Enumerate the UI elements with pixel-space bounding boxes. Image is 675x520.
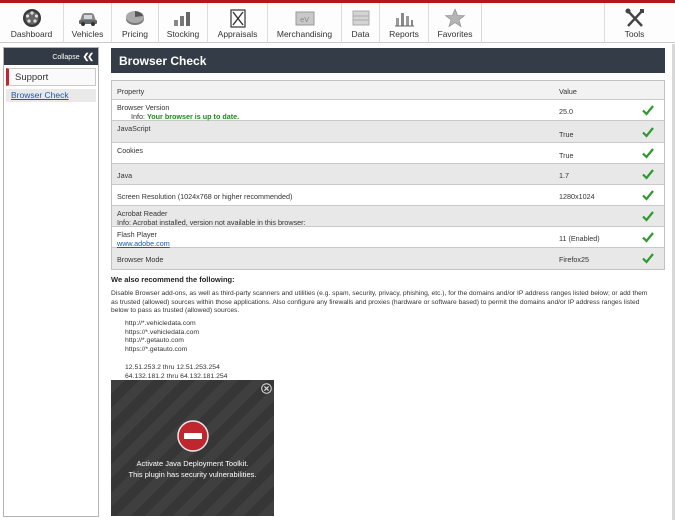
pricing-icon bbox=[126, 11, 144, 25]
sidebar: Collapse ❮❮ Support Browser Check bbox=[3, 47, 99, 517]
row-property: JavaScript bbox=[117, 124, 151, 133]
domain-list: http://*.vehicledata.com https://*.vehic… bbox=[125, 320, 199, 355]
row-value: 1280x1024 bbox=[559, 192, 595, 201]
nav-merchandising[interactable]: eV Merchandising bbox=[268, 3, 342, 43]
nav-appraisals-label: Appraisals bbox=[217, 29, 258, 39]
table-row: JavaScript True bbox=[112, 121, 664, 143]
row-property: Java bbox=[117, 171, 133, 180]
nav-vehicles[interactable]: Vehicles bbox=[64, 3, 112, 43]
table-row: Acrobat Reader Info: Acrobat installed, … bbox=[112, 206, 664, 227]
nav-tools[interactable]: Tools bbox=[604, 3, 664, 43]
row-value: True bbox=[559, 151, 574, 160]
data-icon bbox=[352, 10, 369, 26]
stocking-icon bbox=[174, 12, 190, 26]
ip-range-list: 12.51.253.2 thru 12.51.253.254 64.132.18… bbox=[125, 364, 227, 381]
double-chevron-left-icon: ❮❮ bbox=[82, 52, 94, 61]
appraisals-icon bbox=[229, 9, 246, 28]
browser-check-table: Property Value Browser Version Info: You… bbox=[111, 80, 665, 270]
row-value: True bbox=[559, 130, 574, 139]
domain-item: https://*.vehicledata.com bbox=[125, 328, 200, 336]
table-row: Browser Mode Firefox25 bbox=[112, 248, 664, 269]
column-header-property: Property bbox=[117, 87, 145, 96]
close-icon[interactable] bbox=[261, 383, 272, 394]
row-info: Info: Acrobat installed, version not ava… bbox=[117, 218, 306, 227]
svg-text:eV: eV bbox=[300, 16, 309, 24]
row-info-prefix: Info: bbox=[131, 112, 147, 121]
check-icon bbox=[642, 169, 654, 180]
sidebar-section-support[interactable]: Support bbox=[6, 68, 96, 86]
nav-vehicles-label: Vehicles bbox=[71, 29, 104, 39]
domain-item: https://*.getauto.com bbox=[125, 346, 188, 354]
nav-dashboard-label: Dashboard bbox=[10, 29, 53, 39]
row-value: 11 (Enabled) bbox=[559, 234, 600, 243]
row-property: Acrobat Reader bbox=[117, 209, 168, 218]
column-header-value: Value bbox=[559, 87, 577, 96]
row-value: 1.7 bbox=[559, 171, 569, 180]
merchandising-icon: eV bbox=[295, 11, 314, 26]
nav-merchandising-label: Merchandising bbox=[276, 29, 333, 39]
check-icon bbox=[642, 105, 654, 116]
car-icon bbox=[78, 13, 97, 26]
nav-data[interactable]: Data bbox=[342, 3, 380, 43]
nav-favorites-label: Favorites bbox=[437, 29, 473, 39]
nav-reports-label: Reports bbox=[389, 29, 419, 39]
row-property: Flash Player bbox=[117, 230, 157, 239]
reports-icon bbox=[395, 13, 414, 27]
table-row: Java 1.7 bbox=[112, 164, 664, 185]
check-icon bbox=[642, 232, 654, 243]
row-value: Firefox25 bbox=[559, 255, 589, 264]
nav-stocking[interactable]: Stocking bbox=[159, 3, 208, 43]
check-icon bbox=[642, 148, 654, 159]
java-message-line2: This plugin has security vulnerabilities… bbox=[128, 470, 257, 479]
recommend-heading: We also recommend the following: bbox=[111, 275, 235, 284]
check-icon bbox=[642, 211, 654, 222]
table-row: Screen Resolution (1024x768 or higher re… bbox=[112, 185, 664, 206]
nav-stocking-label: Stocking bbox=[166, 29, 200, 39]
java-message-line1: Activate Java Deployment Toolkit. bbox=[136, 459, 249, 468]
check-icon bbox=[642, 190, 654, 201]
table-row: Flash Player www.adobe.com 11 (Enabled) bbox=[112, 227, 664, 248]
dashboard-icon bbox=[22, 9, 41, 27]
nav-favorites[interactable]: Favorites bbox=[429, 3, 482, 43]
ip-range-item: 12.51.253.2 thru 12.51.253.254 bbox=[125, 364, 220, 371]
nav-data-label: Data bbox=[351, 29, 370, 39]
check-icon bbox=[642, 127, 654, 138]
tools-icon bbox=[625, 8, 644, 27]
check-icon bbox=[642, 253, 654, 264]
table-row: Cookies True bbox=[112, 143, 664, 164]
row-value: 25.0 bbox=[559, 107, 573, 116]
nav-reports[interactable]: Reports bbox=[380, 3, 429, 43]
nav-pricing-label: Pricing bbox=[122, 29, 148, 39]
row-property: Cookies bbox=[117, 146, 143, 155]
adobe-link[interactable]: www.adobe.com bbox=[117, 239, 537, 248]
domain-item: http://*.vehicledata.com bbox=[125, 320, 196, 327]
table-row: Browser Version Info: Your browser is up… bbox=[112, 100, 664, 121]
nav-dashboard[interactable]: Dashboard bbox=[0, 3, 64, 43]
row-property: Screen Resolution (1024x768 or higher re… bbox=[117, 192, 293, 201]
nav-tools-label: Tools bbox=[624, 29, 645, 39]
nav-pricing[interactable]: Pricing bbox=[112, 3, 159, 43]
collapse-label: Collapse bbox=[52, 54, 80, 61]
table-header: Property Value bbox=[112, 81, 664, 100]
star-icon bbox=[444, 8, 466, 28]
nav-appraisals[interactable]: Appraisals bbox=[208, 3, 268, 43]
collapse-button[interactable]: Collapse ❮❮ bbox=[4, 48, 98, 65]
java-plugin-overlay[interactable]: Activate Java Deployment Toolkit. This p… bbox=[111, 380, 274, 516]
row-property: Browser Version bbox=[117, 103, 170, 112]
recommend-text: Disable Browser add-ons, as well as thir… bbox=[111, 290, 648, 314]
main-navigation: Dashboard Vehicles Pricing Stocking Appr… bbox=[0, 3, 675, 43]
row-property: Browser Mode bbox=[117, 255, 164, 264]
row-info-status: Your browser is up to date. bbox=[146, 112, 240, 121]
blocked-plugin-icon bbox=[177, 420, 209, 452]
domain-item: http://*.getauto.com bbox=[125, 337, 184, 345]
page-title: Browser Check bbox=[111, 48, 665, 73]
sidebar-item-browser-check[interactable]: Browser Check bbox=[6, 89, 96, 102]
